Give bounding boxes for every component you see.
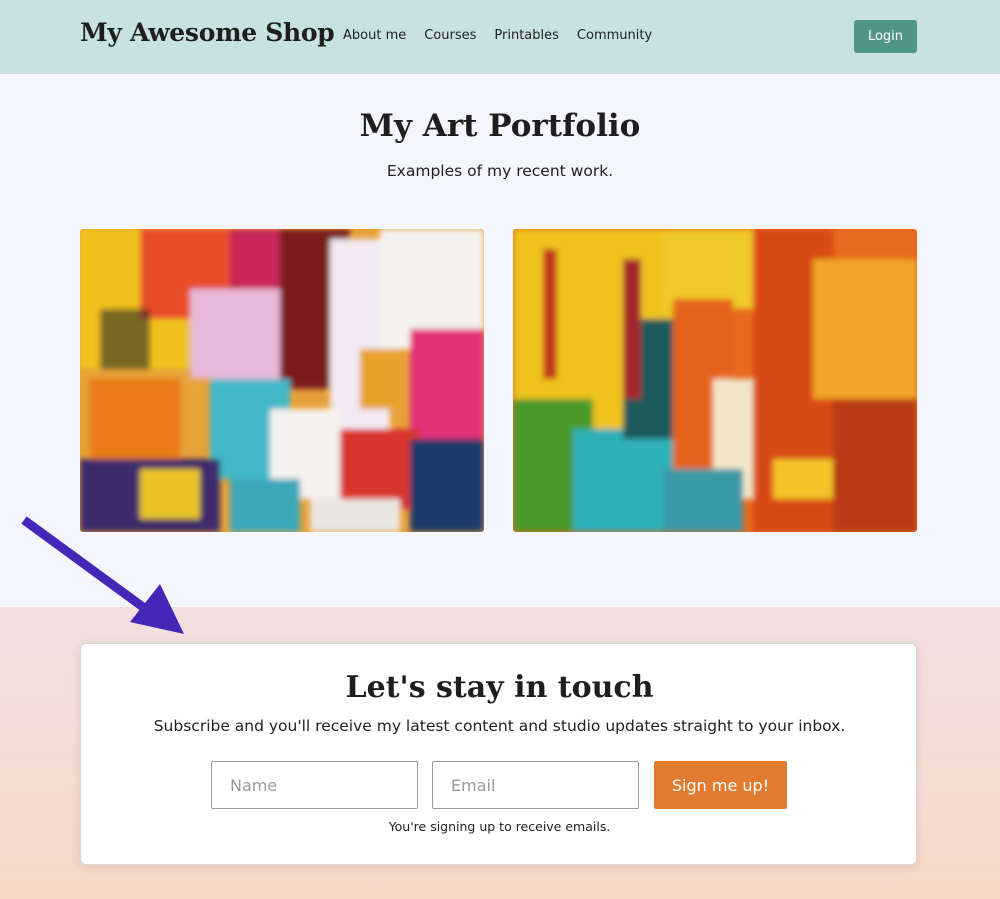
nav-item-printables[interactable]: Printables xyxy=(494,28,559,43)
nav-item-about[interactable]: About me xyxy=(343,28,406,43)
brand-logo[interactable]: My Awesome Shop xyxy=(80,18,335,47)
artwork-image-1[interactable] xyxy=(80,229,484,532)
login-button[interactable]: Login xyxy=(854,20,917,53)
portfolio-title: My Art Portfolio xyxy=(359,108,641,144)
site-header: My Awesome Shop About me Courses Printab… xyxy=(0,0,1000,74)
subscribe-subtitle: Subscribe and you'll receive my latest c… xyxy=(153,717,846,735)
nav-item-courses[interactable]: Courses xyxy=(424,28,476,43)
subscribe-title: Let's stay in touch xyxy=(345,670,654,705)
artwork-image-2[interactable] xyxy=(513,229,917,532)
subscribe-card: Let's stay in touch Subscribe and you'll… xyxy=(80,643,917,865)
name-input[interactable] xyxy=(211,761,418,809)
sign-up-button[interactable]: Sign me up! xyxy=(654,761,787,809)
email-input[interactable] xyxy=(432,761,639,809)
portfolio-subtitle: Examples of my recent work. xyxy=(386,162,614,180)
main-nav: About me Courses Printables Community xyxy=(343,28,670,43)
arrow-annotation-icon xyxy=(21,516,184,634)
signup-disclaimer: You're signing up to receive emails. xyxy=(388,819,611,834)
nav-item-community[interactable]: Community xyxy=(577,28,652,43)
